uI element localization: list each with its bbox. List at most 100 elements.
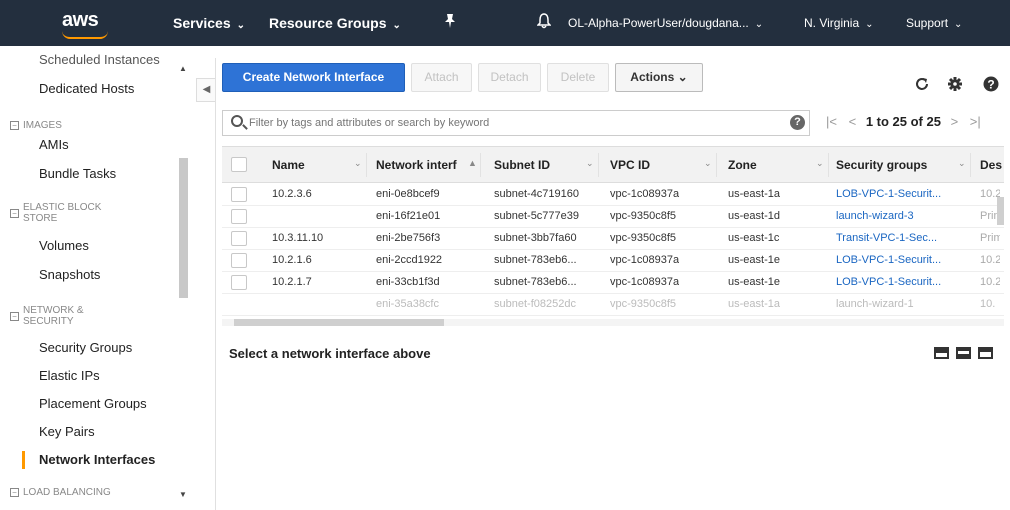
sidebar-item-elastic-ips[interactable]: Elastic IPs (39, 368, 100, 383)
section-elastic-block-store[interactable]: −ELASTIC BLOCK STORE (10, 202, 101, 224)
cell-name: 10.2.1.6 (272, 254, 312, 266)
detach-button[interactable]: Detach (478, 63, 541, 92)
cell-subnet-id: subnet-4c719160 (494, 188, 580, 200)
cell-zone: us-east-1d (728, 210, 780, 222)
layout-split-pane-icon[interactable] (956, 347, 971, 359)
search-bar[interactable]: ? (222, 110, 810, 136)
collapse-icon: − (10, 312, 19, 321)
column-header-zone[interactable]: Zone (728, 158, 757, 172)
cell-security-group-link[interactable]: LOB-VPC-1-Securit... (836, 276, 968, 288)
cell-network-interface: eni-2ccd1922 (376, 254, 443, 266)
column-divider (828, 153, 829, 177)
sidebar-item-dedicated-hosts[interactable]: Dedicated Hosts (39, 81, 134, 96)
column-menu-icon[interactable]: ⌄ (704, 158, 712, 169)
search-input[interactable] (249, 111, 789, 135)
column-menu-icon[interactable]: ⌄ (958, 158, 966, 169)
column-header-description[interactable]: Des (980, 158, 1002, 172)
table-row[interactable]: 10.3.11.10 eni-2be756f3 subnet-3bb7fa60 … (222, 228, 1004, 250)
create-network-interface-button[interactable]: Create Network Interface (222, 63, 405, 92)
chevron-down-icon: ⌄ (392, 20, 401, 31)
layout-full-pane-icon[interactable] (978, 347, 993, 359)
column-menu-icon[interactable]: ⌄ (586, 158, 594, 169)
support-menu[interactable]: Support ⌄ (906, 16, 962, 30)
network-interfaces-table: Name ⌄ Network interf ▲ Subnet ID ⌄ VPC … (222, 146, 1004, 326)
resource-groups-label: Resource Groups (269, 15, 387, 31)
first-page-icon[interactable]: |< (826, 114, 837, 129)
scroll-down-icon[interactable]: ▼ (179, 490, 187, 499)
help-icon[interactable]: ? (983, 76, 999, 97)
row-checkbox[interactable] (231, 187, 247, 202)
refresh-icon[interactable] (914, 76, 930, 97)
next-page-icon[interactable]: > (951, 114, 959, 129)
row-checkbox[interactable] (231, 231, 247, 246)
cell-subnet-id: subnet-783eb6... (494, 254, 577, 266)
sidebar-item-network-interfaces[interactable]: Network Interfaces (39, 452, 155, 467)
column-header-security-groups[interactable]: Security groups (836, 158, 927, 172)
chevron-down-icon: ⌄ (236, 20, 245, 31)
cell-name: 10.2.3.6 (272, 188, 312, 200)
cell-security-group-link[interactable]: LOB-VPC-1-Securit... (836, 254, 968, 266)
sidebar-item-volumes[interactable]: Volumes (39, 238, 89, 253)
bell-icon[interactable] (536, 13, 552, 32)
select-all-checkbox[interactable] (231, 157, 247, 172)
sidebar-scrollbar-thumb[interactable] (179, 158, 188, 298)
column-menu-icon[interactable]: ⌄ (354, 158, 362, 169)
table-row[interactable]: 10.2.3.6 eni-0e8bcef9 subnet-4c719160 vp… (222, 184, 1004, 206)
section-load-balancing[interactable]: − LOAD BALANCING (10, 487, 111, 498)
cell-network-interface: eni-0e8bcef9 (376, 188, 440, 200)
cell-security-group-link[interactable]: LOB-VPC-1-Securit... (836, 188, 968, 200)
aws-logo-smile (62, 31, 108, 39)
search-help-icon[interactable]: ? (790, 115, 805, 130)
sidebar-item-placement-groups[interactable]: Placement Groups (39, 396, 147, 411)
services-menu[interactable]: Services ⌄ (173, 15, 245, 31)
section-network-security[interactable]: −NETWORK & SECURITY (10, 305, 84, 327)
sidebar-item-security-groups[interactable]: Security Groups (39, 340, 132, 355)
account-label: OL-Alpha-PowerUser/dougdana... (568, 16, 749, 30)
sort-ascending-icon[interactable]: ▲ (468, 158, 477, 168)
scroll-up-icon[interactable]: ▲ (179, 64, 187, 73)
sidebar-item-key-pairs[interactable]: Key Pairs (39, 424, 95, 439)
column-menu-icon[interactable]: ⌄ (816, 158, 824, 169)
column-header-subnet-id[interactable]: Subnet ID (494, 158, 550, 172)
section-images[interactable]: − IMAGES (10, 120, 62, 131)
region-menu[interactable]: N. Virginia ⌄ (804, 16, 874, 30)
aws-logo[interactable]: aws (62, 9, 99, 32)
table-row[interactable]: eni-16f21e01 subnet-5c777e39 vpc-9350c8f… (222, 206, 1004, 228)
sidebar-item-snapshots[interactable]: Snapshots (39, 267, 100, 282)
sidebar-item-scheduled-instances[interactable]: Scheduled Instances (39, 52, 160, 67)
row-checkbox[interactable] (231, 253, 247, 268)
resource-groups-menu[interactable]: Resource Groups ⌄ (269, 15, 401, 31)
cell-description: Prim (980, 232, 1000, 244)
column-header-network-interface[interactable]: Network interf (376, 158, 457, 172)
column-header-name[interactable]: Name (272, 158, 305, 172)
cell-name: 10.2.1.7 (272, 276, 312, 288)
table-row[interactable]: 10.2.1.7 eni-33cb1f3d subnet-783eb6... v… (222, 272, 1004, 294)
row-checkbox[interactable] (231, 275, 247, 290)
cell-security-group-link[interactable]: launch-wizard-3 (836, 210, 968, 222)
gear-icon[interactable] (947, 76, 963, 97)
account-menu[interactable]: OL-Alpha-PowerUser/dougdana... ⌄ (568, 16, 763, 30)
attach-button[interactable]: Attach (411, 63, 472, 92)
cell-zone: us-east-1e (728, 276, 780, 288)
delete-button[interactable]: Delete (547, 63, 609, 92)
pin-icon[interactable] (443, 13, 457, 32)
cell-security-group-link[interactable]: launch-wizard-1 (836, 298, 968, 310)
actions-dropdown[interactable]: Actions ⌄ (615, 63, 703, 92)
table-row[interactable]: eni-35a38cfc subnet-f08252dc vpc-9350c8f… (222, 294, 1004, 316)
cell-security-group-link[interactable]: Transit-VPC-1-Sec... (836, 232, 968, 244)
row-checkbox[interactable] (231, 209, 247, 224)
last-page-icon[interactable]: >| (970, 114, 981, 129)
table-header: Name ⌄ Network interf ▲ Subnet ID ⌄ VPC … (222, 147, 1004, 183)
sidebar-item-amis[interactable]: AMIs (39, 137, 69, 152)
collapse-sidebar-button[interactable]: ◀ (196, 78, 216, 102)
column-header-vpc-id[interactable]: VPC ID (610, 158, 650, 172)
table-vertical-scrollbar-thumb[interactable] (997, 197, 1004, 225)
column-divider (970, 153, 971, 177)
layout-bottom-pane-icon[interactable] (934, 347, 949, 359)
sidebar-item-bundle-tasks[interactable]: Bundle Tasks (39, 166, 116, 181)
table-row[interactable]: 10.2.1.6 eni-2ccd1922 subnet-783eb6... v… (222, 250, 1004, 272)
cell-network-interface: eni-35a38cfc (376, 298, 439, 310)
table-horizontal-scrollbar-thumb[interactable] (234, 319, 444, 326)
prev-page-icon[interactable]: < (849, 114, 857, 129)
section-net-label-2: SECURITY (23, 316, 74, 327)
